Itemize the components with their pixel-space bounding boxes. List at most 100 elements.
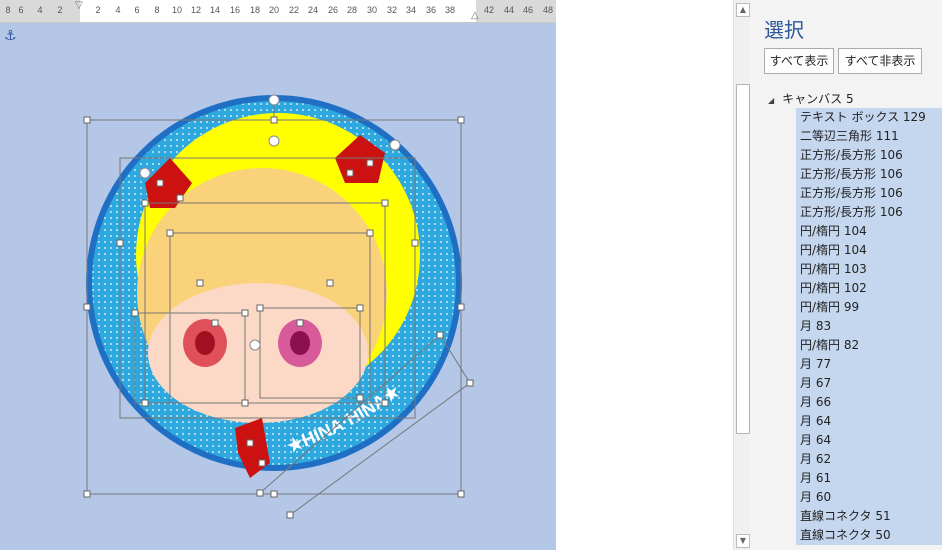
resize-handle[interactable] — [83, 116, 91, 124]
resize-handle[interactable] — [256, 489, 264, 497]
selection-pane-item[interactable]: 正方形/長方形 106 — [796, 184, 942, 203]
resize-handle[interactable] — [356, 304, 364, 312]
resize-handle[interactable] — [246, 439, 254, 447]
hide-all-button[interactable]: すべて非表示 — [838, 48, 922, 74]
resize-handle[interactable] — [466, 379, 474, 387]
selection-pane-item[interactable]: 月 66 — [796, 393, 942, 412]
blank-area — [556, 0, 732, 550]
selection-pane: 選択 すべて表示 すべて非表示 ◢ キャンバス 5 テキスト ボックス 129 二等… — [750, 0, 942, 550]
right-indent-marker-icon[interactable]: △ — [471, 10, 479, 21]
ruler-tick-label: 4 — [37, 5, 43, 15]
selection-pane-item[interactable]: 円/楕円 103 — [796, 260, 942, 279]
selection-pane-item[interactable]: 月 83 — [796, 317, 942, 336]
resize-handle[interactable] — [381, 399, 389, 407]
scroll-up-icon[interactable]: ▲ — [736, 3, 750, 17]
selection-pane-item[interactable]: 正方形/長方形 106 — [796, 146, 942, 165]
ruler-tick-label: 20 — [268, 5, 279, 15]
resize-handle[interactable] — [241, 309, 249, 317]
resize-handle[interactable] — [83, 490, 91, 498]
resize-handle[interactable] — [166, 229, 174, 237]
ruler-tick-label: 28 — [346, 5, 357, 15]
selection-pane-item[interactable]: 月 61 — [796, 469, 942, 488]
selection-pane-item[interactable]: 円/楕円 104 — [796, 222, 942, 241]
selection-pane-item[interactable]: 月 64 — [796, 431, 942, 450]
selection-pane-item[interactable]: 月 67 — [796, 374, 942, 393]
selection-pane-item[interactable]: 円/楕円 104 — [796, 241, 942, 260]
ruler-tick-label: 32 — [386, 5, 397, 15]
drawing-canvas[interactable]: ★HINA·HINA★ — [0, 23, 556, 550]
resize-handle[interactable] — [366, 159, 374, 167]
left-pupil-shape — [195, 331, 215, 355]
resize-handle[interactable] — [457, 116, 465, 124]
resize-handle[interactable] — [131, 309, 139, 317]
selection-pane-item[interactable]: 月 60 — [796, 488, 942, 507]
selection-pane-item[interactable]: 月 64 — [796, 412, 942, 431]
resize-handle[interactable] — [436, 331, 444, 339]
resize-handle[interactable] — [411, 239, 419, 247]
selection-pane-item[interactable]: 正方形/長方形 106 — [796, 165, 942, 184]
selection-pane-item[interactable]: 月 62 — [796, 450, 942, 469]
pane-title: 選択 — [764, 18, 804, 42]
scroll-thumb[interactable] — [736, 84, 750, 434]
resize-handle[interactable] — [346, 169, 354, 177]
ruler-tick-label: 4 — [115, 5, 121, 15]
tree-root-canvas[interactable]: ◢ キャンバス 5 — [768, 90, 854, 107]
right-pupil-shape — [290, 331, 310, 355]
resize-handle[interactable] — [270, 490, 278, 498]
resize-handle[interactable] — [457, 490, 465, 498]
selection-pane-item[interactable]: テキスト ボックス 129 — [796, 108, 942, 127]
resize-handle[interactable] — [156, 179, 164, 187]
selection-pane-item[interactable]: 二等辺三角形 111 — [796, 127, 942, 146]
ruler-tick-label: 6 — [18, 5, 24, 15]
resize-handle[interactable] — [256, 304, 264, 312]
ruler-tick-label: 38 — [444, 5, 455, 15]
resize-handle[interactable] — [241, 399, 249, 407]
horizontal-ruler[interactable]: 8 6 4 2 2 4 6 8 10 12 14 16 18 20 22 24 26 28 30 32 34 36 38 42… — [0, 0, 556, 23]
ruler-tick-label: 48 — [542, 5, 553, 15]
resize-handle[interactable] — [356, 394, 364, 402]
ruler-tick-label: 26 — [327, 5, 338, 15]
document-area[interactable]: ⚓ ★HINA·HINA★ — [0, 23, 556, 550]
face-shape[interactable] — [148, 283, 368, 423]
resize-handle[interactable] — [270, 116, 278, 124]
ruler-tick-label: 36 — [425, 5, 436, 15]
tree-root-label: キャンバス 5 — [782, 92, 854, 106]
object-list: テキスト ボックス 129 二等辺三角形 111 正方形/長方形 106 正方形/長方… — [796, 108, 942, 545]
resize-handle[interactable] — [116, 239, 124, 247]
ruler-tick-label: 46 — [522, 5, 533, 15]
ruler-tick-label: 16 — [229, 5, 240, 15]
resize-handle[interactable] — [286, 511, 294, 519]
resize-handle[interactable] — [211, 319, 219, 327]
selection-pane-item[interactable]: 直線コネクタ 51 — [796, 507, 942, 526]
indent-marker-icon[interactable]: ▽ — [75, 0, 83, 11]
ruler-tick-label: 2 — [95, 5, 101, 15]
resize-handle[interactable] — [141, 399, 149, 407]
ruler-tick-label: 34 — [405, 5, 416, 15]
selection-pane-item[interactable]: 直線コネクタ 50 — [796, 526, 942, 545]
resize-handle[interactable] — [258, 459, 266, 467]
ruler-tick-label: 6 — [134, 5, 140, 15]
resize-handle[interactable] — [381, 199, 389, 207]
selection-pane-item[interactable]: 月 77 — [796, 355, 942, 374]
collapse-triangle-icon[interactable]: ◢ — [768, 96, 774, 105]
scroll-down-icon[interactable]: ▼ — [736, 534, 750, 548]
ruler-tick-label: 42 — [483, 5, 494, 15]
ruler-tick-label: 24 — [307, 5, 318, 15]
selection-pane-item[interactable]: 円/楕円 82 — [796, 336, 942, 355]
resize-handle[interactable] — [176, 194, 184, 202]
ruler-tick-label: 14 — [209, 5, 220, 15]
selection-pane-item[interactable]: 円/楕円 99 — [796, 298, 942, 317]
ruler-tick-label: 30 — [366, 5, 377, 15]
resize-handle[interactable] — [196, 279, 204, 287]
resize-handle[interactable] — [457, 303, 465, 311]
resize-handle[interactable] — [296, 319, 304, 327]
ruler-tick-label: 2 — [57, 5, 63, 15]
resize-handle[interactable] — [83, 303, 91, 311]
selection-pane-item[interactable]: 正方形/長方形 106 — [796, 203, 942, 222]
resize-handle[interactable] — [326, 279, 334, 287]
vertical-scrollbar[interactable]: ▲ ▼ — [733, 0, 750, 550]
selection-pane-item[interactable]: 円/楕円 102 — [796, 279, 942, 298]
resize-handle[interactable] — [366, 229, 374, 237]
show-all-button[interactable]: すべて表示 — [764, 48, 834, 74]
resize-handle[interactable] — [141, 199, 149, 207]
